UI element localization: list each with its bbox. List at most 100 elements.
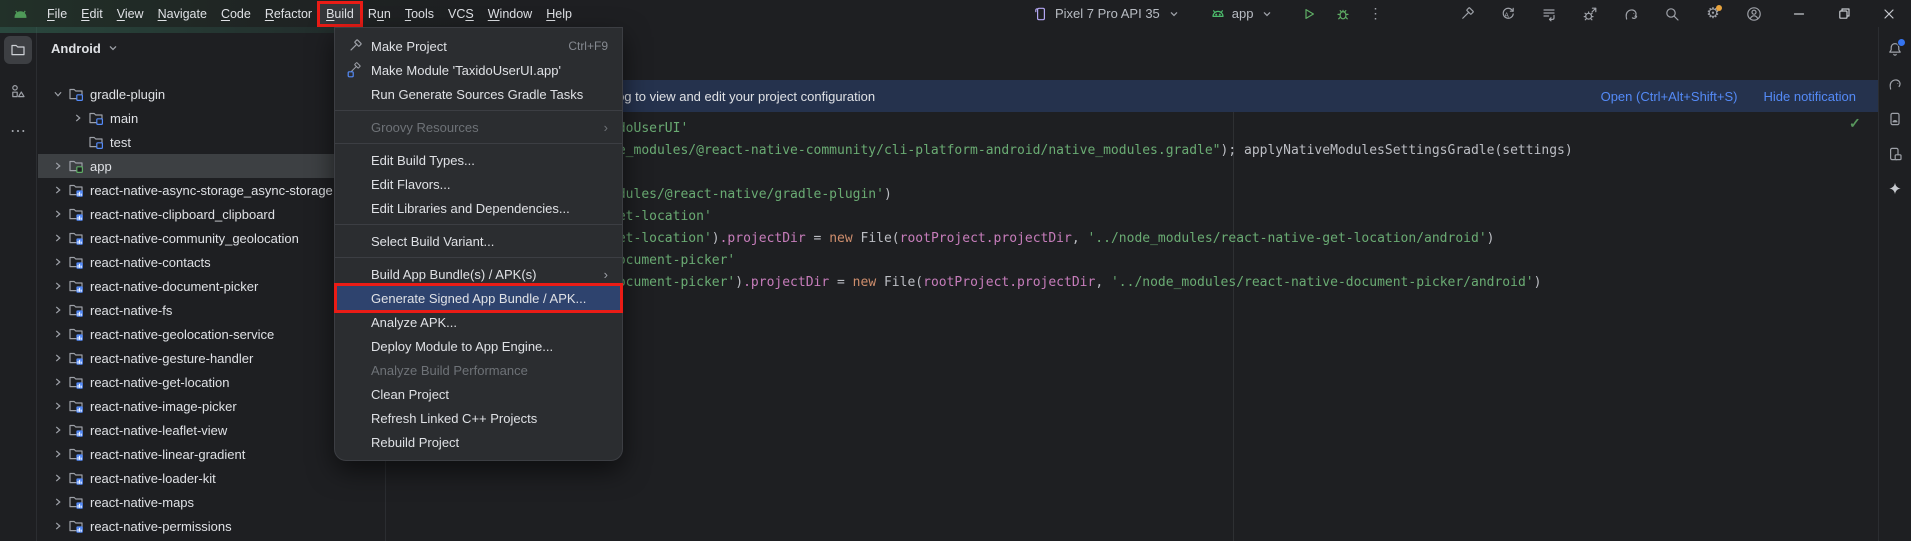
- menubar-item-tools[interactable]: Tools: [398, 3, 441, 25]
- hammer-module-icon: [347, 62, 371, 78]
- run-config-selector[interactable]: app: [1209, 5, 1277, 23]
- left-tool-stripe: ⋯: [0, 27, 37, 541]
- menubar-item-file[interactable]: File: [40, 3, 74, 25]
- inspection-ok-icon[interactable]: ✓: [1849, 115, 1861, 132]
- tree-item-gradle-plugin[interactable]: gradle-plugin: [38, 82, 385, 106]
- tree-item-react-native-loader-kit[interactable]: react-native-loader-kit: [38, 466, 385, 490]
- menu-item-label: Refresh Linked C++ Projects: [371, 411, 608, 426]
- menu-item-refresh-linked-c-projects[interactable]: Refresh Linked C++ Projects: [335, 406, 622, 430]
- submenu-arrow-icon: ›: [604, 267, 608, 282]
- menubar-item-help[interactable]: Help: [539, 3, 579, 25]
- menu-item-generate-signed-app-bundle-apk[interactable]: Generate Signed App Bundle / APK...: [335, 286, 622, 310]
- menubar-item-edit[interactable]: Edit: [74, 3, 110, 25]
- tree-item-react-native-contacts[interactable]: react-native-contacts: [38, 250, 385, 274]
- chevron-right-icon: [50, 158, 66, 174]
- menubar-item-view[interactable]: View: [110, 3, 151, 25]
- tree-item-label: app: [90, 159, 112, 174]
- menu-item-rebuild-project[interactable]: Rebuild Project: [335, 430, 622, 454]
- menu-item-make-module-taxidouserui-app[interactable]: Make Module 'TaxidoUserUI.app': [335, 58, 622, 82]
- run-button[interactable]: [1300, 5, 1318, 23]
- menubar-item-vcs[interactable]: VCS: [441, 3, 481, 25]
- notifications-icon[interactable]: [1886, 40, 1904, 58]
- module-folder-icon: [68, 278, 84, 294]
- tree-item-react-native-gesture-handler[interactable]: react-native-gesture-handler: [38, 346, 385, 370]
- build-hammer-icon[interactable]: [1458, 5, 1476, 23]
- menu-item-edit-flavors[interactable]: Edit Flavors...: [335, 172, 622, 196]
- tree-item-label: main: [110, 111, 138, 126]
- tree-item-react-native-clipboard_clipboard[interactable]: react-native-clipboard_clipboard: [38, 202, 385, 226]
- more-tools-icon[interactable]: ⋯: [4, 118, 32, 146]
- module-folder-icon: [68, 398, 84, 414]
- resource-manager-icon[interactable]: [4, 77, 32, 105]
- tree-item-react-native-get-location[interactable]: react-native-get-location: [38, 370, 385, 394]
- tree-item-react-native-community_geolocation[interactable]: react-native-community_geolocation: [38, 226, 385, 250]
- menu-item-run-generate-sources-gradle-tasks[interactable]: Run Generate Sources Gradle Tasks: [335, 82, 622, 106]
- tree-item-label: gradle-plugin: [90, 87, 165, 102]
- minimize-button[interactable]: [1776, 0, 1821, 27]
- maximize-button[interactable]: [1821, 0, 1866, 27]
- chevron-right-icon: [50, 374, 66, 390]
- tree-item-main[interactable]: main: [38, 106, 385, 130]
- menu-item-label: Make Project: [371, 39, 556, 54]
- run-config-label: app: [1232, 6, 1254, 21]
- tree-item-react-native-async-storage_async-storage[interactable]: react-native-async-storage_async-storage: [38, 178, 385, 202]
- attach-debugger-icon[interactable]: [1581, 5, 1599, 23]
- device-manager-icon[interactable]: [1886, 110, 1904, 128]
- gemini-icon[interactable]: [1886, 180, 1904, 198]
- project-view-selector[interactable]: Android: [51, 38, 122, 58]
- tree-item-react-native-fs[interactable]: react-native-fs: [38, 298, 385, 322]
- close-button[interactable]: [1866, 0, 1911, 27]
- menu-separator: [335, 224, 622, 225]
- gradle-sync-icon[interactable]: [1622, 5, 1640, 23]
- tree-item-react-native-maps[interactable]: react-native-maps: [38, 490, 385, 514]
- menu-item-make-project[interactable]: Make ProjectCtrl+F9: [335, 34, 622, 58]
- device-selector[interactable]: Pixel 7 Pro API 35: [1032, 5, 1183, 23]
- menubar-item-run[interactable]: Run: [361, 3, 398, 25]
- tree-item-react-native-linear-gradient[interactable]: react-native-linear-gradient: [38, 442, 385, 466]
- menubar-item-window[interactable]: Window: [481, 3, 539, 25]
- menu-item-deploy-module-to-app-engine[interactable]: Deploy Module to App Engine...: [335, 334, 622, 358]
- gradle-icon[interactable]: [1886, 75, 1904, 93]
- tree-item-react-native-permissions[interactable]: react-native-permissions: [38, 514, 385, 538]
- tree-item-app[interactable]: app: [38, 154, 385, 178]
- menu-item-label: Make Module 'TaxidoUserUI.app': [371, 63, 608, 78]
- tree-item-test[interactable]: test: [38, 130, 385, 154]
- settings-icon[interactable]: ⚙: [1704, 5, 1722, 23]
- module-folder-icon: [68, 206, 84, 222]
- tree-item-label: react-native-linear-gradient: [90, 447, 245, 462]
- menubar-item-navigate[interactable]: Navigate: [151, 3, 214, 25]
- project-folder-icon[interactable]: [4, 36, 32, 64]
- tree-item-react-native-leaflet-view[interactable]: react-native-leaflet-view: [38, 418, 385, 442]
- profile-icon[interactable]: [1745, 5, 1763, 23]
- task-list-icon[interactable]: [1540, 5, 1558, 23]
- project-tree: gradle-plugin main test app react-native-asy…: [38, 82, 385, 538]
- menu-item-analyze-apk[interactable]: Analyze APK...: [335, 310, 622, 334]
- menu-item-edit-build-types[interactable]: Edit Build Types...: [335, 148, 622, 172]
- module-folder-icon: [68, 302, 84, 318]
- menubar-item-build[interactable]: Build: [319, 3, 361, 25]
- tree-item-react-native-document-picker[interactable]: react-native-document-picker: [38, 274, 385, 298]
- hide-notification-link[interactable]: Hide notification: [1764, 89, 1857, 104]
- menu-item-build-app-bundle-s-apk-s[interactable]: Build App Bundle(s) / APK(s)›: [335, 262, 622, 286]
- menubar-item-code[interactable]: Code: [214, 3, 258, 25]
- module-folder-icon: [68, 350, 84, 366]
- tree-item-react-native-geolocation-service[interactable]: react-native-geolocation-service: [38, 322, 385, 346]
- tree-item-label: react-native-geolocation-service: [90, 327, 274, 342]
- tree-item-react-native-image-picker[interactable]: react-native-image-picker: [38, 394, 385, 418]
- menu-item-select-build-variant[interactable]: Select Build Variant...: [335, 229, 622, 253]
- debug-button[interactable]: [1334, 5, 1352, 23]
- sync-a-icon[interactable]: A: [1499, 5, 1517, 23]
- more-actions-icon[interactable]: ⋮: [1368, 5, 1382, 22]
- tree-item-label: react-native-document-picker: [90, 279, 258, 294]
- search-icon[interactable]: [1663, 5, 1681, 23]
- open-project-structure-link[interactable]: Open (Ctrl+Alt+Shift+S): [1601, 89, 1738, 104]
- module-folder-icon: [68, 470, 84, 486]
- right-tool-stripe: [1878, 27, 1911, 541]
- running-devices-icon[interactable]: [1886, 145, 1904, 163]
- chevron-right-icon: [50, 326, 66, 342]
- menubar-item-refactor[interactable]: Refactor: [258, 3, 319, 25]
- menu-item-clean-project[interactable]: Clean Project: [335, 382, 622, 406]
- menu-item-edit-libraries-and-dependencies[interactable]: Edit Libraries and Dependencies...: [335, 196, 622, 220]
- module-folder-icon: [68, 446, 84, 462]
- tree-item-label: react-native-loader-kit: [90, 471, 216, 486]
